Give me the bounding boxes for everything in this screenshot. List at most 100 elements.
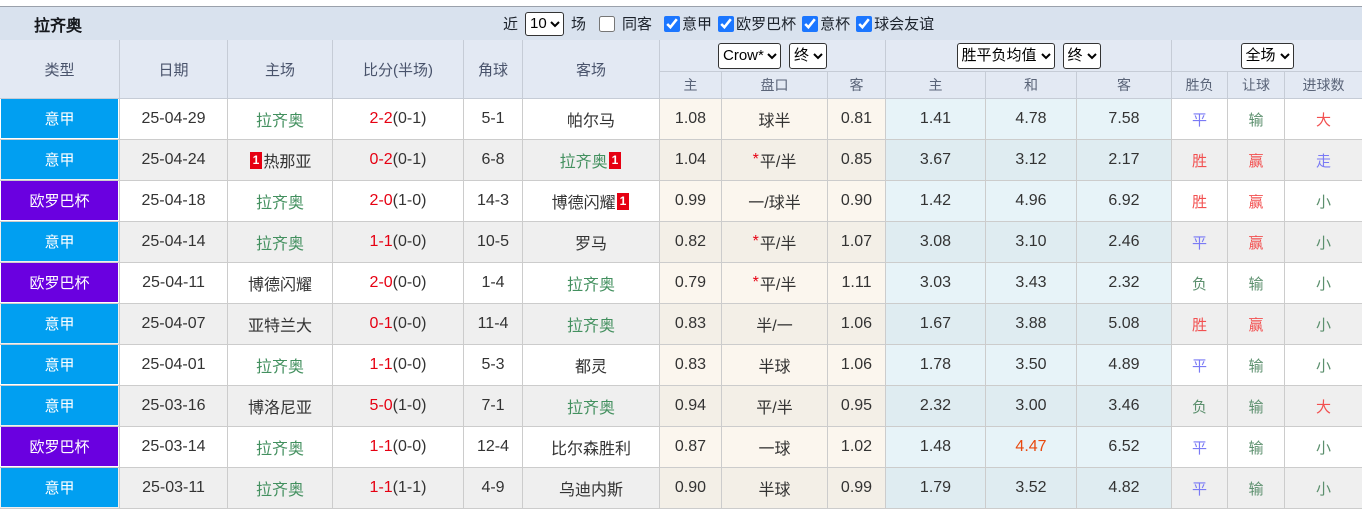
league-badge: 意甲 [1,468,118,507]
result-wdl-cell: 平 [1172,468,1228,509]
handicap-text: 一球 [758,441,791,458]
scope-select[interactable]: 全场 [1240,42,1294,69]
home-team-cell: 拉齐奥 [228,222,333,263]
score-cell: 1-1 (0-0) [333,345,464,386]
title-bar: 拉齐奥 近 10 场 同客 意甲 欧罗巴杯 意杯 球会友谊 [0,7,1362,40]
home-team-name[interactable]: 热那亚 [263,148,311,172]
date-cell: 25-03-16 [120,386,228,427]
score-cell: 2-0 (0-0) [333,263,464,304]
league-cell: 欧罗巴杯 [0,181,120,222]
result-handicap-cell: 输 [1228,99,1285,140]
home-team-name[interactable]: 亚特兰大 [248,312,312,336]
avg-win-cell: 1.48 [886,427,986,468]
league-cell: 意甲 [0,304,120,345]
table-header: 类型 日期 主场 比分(半场) 角球 客场 Crow* 终 胜平负均值 终 全场… [0,40,1362,99]
games-label: 场 [571,16,587,33]
avg-win-cell: 3.67 [886,140,986,181]
away-team-name[interactable]: 拉齐奥 [567,271,615,295]
away-team-cell: 乌迪内斯 [523,468,660,509]
fulltime-score: 1-1 [369,438,393,455]
league-filters: 意甲 欧罗巴杯 意杯 球会友谊 [658,13,934,34]
away-team-name[interactable]: 拉齐奥 [560,148,608,172]
league-cell: 意甲 [0,386,120,427]
score-cell: 0-1 (0-0) [333,304,464,345]
avg-win-cell: 2.32 [886,386,986,427]
halftime-score: (0-0) [392,438,427,455]
home-team-name[interactable]: 拉齐奥 [256,476,304,500]
col-header-away: 客场 [523,40,660,99]
away-team-cell: 拉齐奥 1 [523,140,660,181]
same-opponent-checkbox[interactable] [599,15,616,32]
fulltime-score: 2-0 [369,274,393,291]
bookmaker-select[interactable]: Crow* [718,42,781,69]
away-team-name[interactable]: 拉齐奥 [567,312,615,336]
home-team-name[interactable]: 博德闪耀 [248,271,312,295]
result-goals-cell: 大 [1285,386,1362,427]
home-team-cell: 博德闪耀 [228,263,333,304]
home-team-name[interactable]: 拉齐奥 [256,107,304,131]
odds-home-cell: 1.08 [660,99,722,140]
score-cell: 2-2 (0-1) [333,99,464,140]
league-filter-checkbox[interactable] [802,15,819,32]
league-badge: 意甲 [1,386,118,425]
result-goals-cell: 走 [1285,140,1362,181]
odds-home-cell: 0.99 [660,181,722,222]
corner-cell: 6-8 [464,140,523,181]
odds-time-select[interactable]: 终 [789,42,827,69]
league-cell: 意甲 [0,99,120,140]
handicap-text: 平/半 [759,277,797,294]
home-team-cell: 拉齐奥 [228,427,333,468]
league-filter-label: 意甲 [682,16,713,33]
away-team-name[interactable]: 比尔森胜利 [551,435,631,459]
result-wdl-cell: 胜 [1172,140,1228,181]
home-team-name[interactable]: 拉齐奥 [256,353,304,377]
away-team-name[interactable]: 都灵 [575,353,607,377]
result-handicap-cell: 输 [1228,263,1285,304]
result-goals-cell: 小 [1285,263,1362,304]
home-team-name[interactable]: 拉齐奥 [256,189,304,213]
avg-draw-cell: 4.78 [986,99,1077,140]
league-cell: 欧罗巴杯 [0,427,120,468]
handicap-cell: * 平/半 [722,140,828,181]
table-row: 意甲 25-04-14 拉齐奥 1-1 (0-0) 10-5 罗马 0.82 * 平/半 1.07 3… [0,222,1362,263]
avg-draw-cell: 3.50 [986,345,1077,386]
league-filter: 球会友谊 [856,13,934,34]
table-row: 欧罗巴杯 25-04-18 拉齐奥 2-0 (1-0) 14-3 博德闪耀 1 0.99 一/球半… [0,181,1362,222]
corner-cell: 12-4 [464,427,523,468]
league-filter-checkbox[interactable] [856,15,873,32]
result-wdl-cell: 平 [1172,222,1228,263]
avg-type-select[interactable]: 胜平负均值 [956,42,1055,69]
odds-away-cell: 1.02 [828,427,886,468]
away-team-name[interactable]: 拉齐奥 [567,394,615,418]
result-goals-cell: 小 [1285,427,1362,468]
odds-away-cell: 0.90 [828,181,886,222]
away-team-cell: 拉齐奥 [523,304,660,345]
subcol-handicap: 盘口 [722,72,828,99]
match-stats-panel: 拉齐奥 近 10 场 同客 意甲 欧罗巴杯 意杯 球会友谊 类型 日期 主场 比分(半… [0,0,1362,509]
subcol-avg-draw: 和 [986,72,1077,99]
league-filter-checkbox[interactable] [664,15,681,32]
avg-win-cell: 1.79 [886,468,986,509]
home-team-cell: 拉齐奥 [228,345,333,386]
avg-draw-cell: 3.88 [986,304,1077,345]
table-row: 意甲 25-03-11 拉齐奥 1-1 (1-1) 4-9 乌迪内斯 0.90 半球 0.99 1.… [0,468,1362,509]
handicap-cell: 球半 [722,99,828,140]
result-group-header: 全场 [1172,40,1362,72]
result-wdl-cell: 平 [1172,427,1228,468]
halftime-score: (0-0) [392,233,427,250]
recent-count-select[interactable]: 10 [525,11,565,36]
avg-time-select[interactable]: 终 [1062,42,1101,69]
league-badge: 欧罗巴杯 [1,427,118,466]
away-team-name[interactable]: 乌迪内斯 [559,476,623,500]
subcol-odds-home: 主 [660,72,722,99]
home-team-name[interactable]: 博洛尼亚 [248,394,312,418]
away-team-name[interactable]: 博德闪耀 [552,189,616,213]
league-filter-checkbox[interactable] [718,15,735,32]
home-team-name[interactable]: 拉齐奥 [256,230,304,254]
away-team-name[interactable]: 罗马 [575,230,607,254]
home-team-name[interactable]: 拉齐奥 [256,435,304,459]
same-opponent-label: 同客 [622,16,653,33]
date-cell: 25-04-24 [120,140,228,181]
away-team-name[interactable]: 帕尔马 [567,107,615,131]
corner-cell: 1-4 [464,263,523,304]
